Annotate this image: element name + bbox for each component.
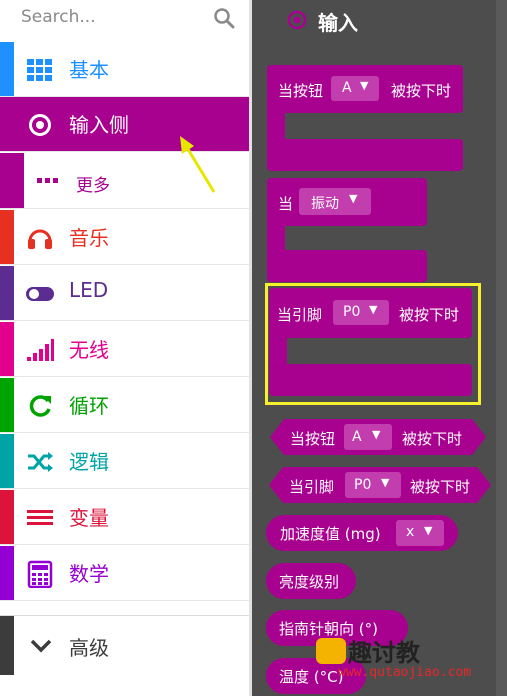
- search-bar[interactable]: Search...: [0, 0, 249, 40]
- dropdown-value: A: [352, 429, 362, 445]
- toolbox: Search... 基本 输入侧 更多 音乐 LED 无线 循环 逻辑 变量 数…: [0, 0, 251, 696]
- lines-icon: [27, 510, 53, 525]
- caret-down-icon: ▼: [424, 524, 433, 537]
- button-dropdown[interactable]: A ▼: [331, 76, 379, 101]
- block-footer: [267, 139, 463, 171]
- dropdown-value: 振动: [311, 196, 339, 212]
- category-basic[interactable]: 基本: [0, 42, 249, 97]
- category-label: LED: [69, 278, 109, 302]
- category-radio[interactable]: 无线: [0, 322, 249, 377]
- block-pin-is-pressed[interactable]: 当引脚 P0 ▼ 被按下时: [269, 467, 491, 503]
- chevron-down-icon: [30, 639, 52, 653]
- toggle-icon: [26, 287, 54, 301]
- search-input[interactable]: Search...: [21, 7, 96, 27]
- block-on-button-pressed[interactable]: 当按钮 A ▼ 被按下时: [267, 65, 463, 171]
- category-label: 变量: [69, 506, 109, 530]
- signal-bars-icon: [27, 339, 54, 361]
- dropdown-value: A: [342, 80, 352, 96]
- watermark-logo-icon: [316, 638, 346, 664]
- ellipsis-icon: [37, 178, 58, 183]
- flyout-title: 输入: [318, 11, 358, 35]
- category-stripe: [0, 378, 14, 432]
- block-text: 温度 (°C): [279, 668, 344, 686]
- category-stripe: [0, 210, 14, 264]
- block-text: 被按下时: [410, 478, 471, 496]
- shuffle-icon: [28, 452, 53, 472]
- block-light-level[interactable]: 亮度级别: [266, 563, 356, 599]
- category-label: 逻辑: [69, 450, 109, 474]
- category-stripe: [0, 42, 14, 96]
- category-music[interactable]: 音乐: [0, 210, 249, 265]
- category-label: 无线: [69, 338, 109, 362]
- caret-down-icon: ▼: [360, 79, 369, 92]
- category-stripe: [0, 266, 14, 320]
- grid-icon: [27, 59, 52, 81]
- category-loops[interactable]: 循环: [0, 378, 249, 433]
- block-text: 被按下时: [391, 82, 452, 100]
- flyout-scrollbar[interactable]: [496, 0, 507, 696]
- caret-down-icon: ▼: [349, 192, 358, 205]
- block-button-is-pressed[interactable]: 当按钮 A ▼ 被按下时: [270, 419, 486, 455]
- block-text: 当按钮: [290, 430, 336, 448]
- category-stripe: [0, 546, 14, 600]
- headphones-icon: [28, 229, 52, 249]
- category-advanced[interactable]: 高级: [0, 615, 249, 675]
- block-acceleration[interactable]: 加速度值 (mg) x ▼: [266, 515, 458, 551]
- category-stripe: [0, 153, 24, 208]
- dropdown-value: x: [406, 524, 415, 540]
- radio-target-icon: [29, 114, 51, 136]
- refresh-icon: [29, 395, 51, 417]
- axis-dropdown[interactable]: x ▼: [396, 520, 444, 546]
- radio-target-icon: [287, 10, 307, 30]
- block-text: 当引脚: [289, 478, 335, 496]
- category-stripe: [0, 434, 14, 488]
- category-label: 数学: [69, 562, 109, 586]
- category-logic[interactable]: 逻辑: [0, 434, 249, 489]
- block-text: 亮度级别: [279, 573, 340, 591]
- pin-dropdown[interactable]: P0 ▼: [345, 472, 401, 498]
- watermark-url: www.qutaojiao.com: [338, 665, 472, 680]
- block-text: 当: [278, 195, 294, 213]
- block-footer: [267, 250, 427, 282]
- block-text: 被按下时: [402, 430, 463, 448]
- category-stripe: [0, 322, 14, 376]
- block-on-gesture[interactable]: 当 振动 ▼: [267, 178, 427, 282]
- block-flyout[interactable]: 输入 当按钮 A ▼ 被按下时 当 振动 ▼ 当引脚 P0 ▼ 被按下时 当按钮…: [252, 0, 507, 696]
- calculator-icon: [27, 560, 53, 588]
- category-led[interactable]: LED: [0, 266, 249, 321]
- watermark-text: 趣讨教: [348, 639, 420, 667]
- category-stripe: [0, 490, 14, 544]
- gesture-dropdown[interactable]: 振动 ▼: [299, 188, 371, 215]
- category-label: 输入侧: [69, 113, 129, 137]
- pointer-arrow-icon: [180, 136, 216, 193]
- highlight-box: [265, 283, 481, 405]
- category-label: 更多: [76, 176, 110, 196]
- category-math[interactable]: 数学: [0, 546, 249, 601]
- block-text: 当按钮: [278, 82, 324, 100]
- category-stripe: [0, 616, 14, 675]
- category-variables[interactable]: 变量: [0, 490, 249, 545]
- button-dropdown[interactable]: A ▼: [344, 424, 392, 450]
- search-icon[interactable]: [212, 6, 236, 30]
- caret-down-icon: ▼: [381, 476, 390, 489]
- dropdown-value: P0: [354, 477, 372, 493]
- category-label: 音乐: [69, 226, 109, 250]
- category-label: 高级: [69, 636, 109, 660]
- block-text: 加速度值 (mg): [280, 525, 381, 543]
- caret-down-icon: ▼: [372, 428, 381, 441]
- category-label: 基本: [69, 58, 109, 82]
- category-label: 循环: [69, 394, 109, 418]
